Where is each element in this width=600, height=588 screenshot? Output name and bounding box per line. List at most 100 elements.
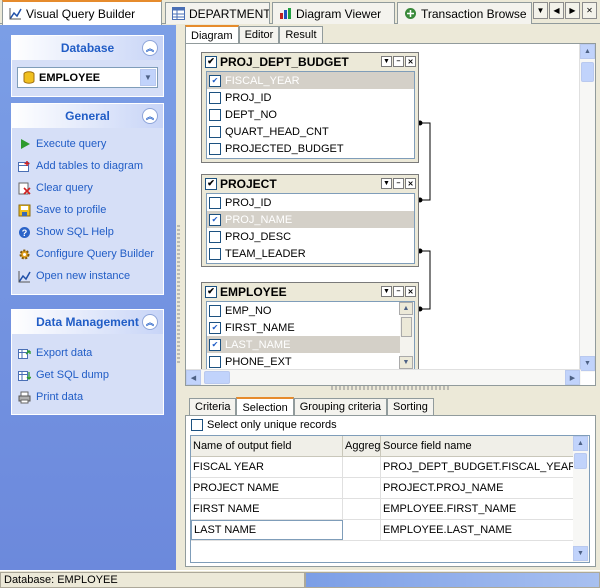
output-field-cell-editing[interactable]: LAST NAME [191, 520, 343, 540]
save-to-profile-link[interactable]: Save to profile [12, 199, 163, 221]
tab-list-dropdown-button[interactable]: ▼ [533, 2, 548, 19]
dropdown-icon[interactable]: ▼ [381, 178, 392, 189]
print-data-link[interactable]: Print data [12, 386, 163, 408]
scroll-down-button[interactable]: ▼ [580, 356, 595, 371]
field-checkbox[interactable] [209, 247, 221, 260]
collapse-icon[interactable]: ︽ [142, 108, 158, 124]
grid-vertical-scrollbar[interactable]: ▲ ▼ [573, 436, 589, 562]
tab-editor[interactable]: Editor [238, 26, 280, 43]
table-project[interactable]: ✔ PROJECT ▼ – ✕ PROJ_ID ✔ PROJ_NAME PROJ_DE… [201, 174, 419, 267]
dropdown-icon[interactable]: ▼ [381, 56, 392, 67]
table-select-checkbox[interactable]: ✔ [205, 177, 217, 190]
table-select-checkbox[interactable]: ✔ [205, 55, 217, 68]
checked-field-icon[interactable]: ✔ [209, 321, 221, 334]
field-row[interactable]: ✔ FIRST_NAME [207, 319, 414, 336]
scroll-left-button[interactable]: ◀ [186, 370, 201, 385]
field-checkbox[interactable] [209, 108, 221, 121]
scroll-thumb[interactable] [574, 453, 587, 469]
minimize-icon[interactable]: – [393, 178, 404, 189]
close-icon[interactable]: ✕ [405, 178, 416, 189]
field-checkbox[interactable] [209, 142, 221, 155]
dropdown-icon[interactable]: ▼ [381, 286, 392, 297]
table-proj-dept-budget[interactable]: ✔ PROJ_DEPT_BUDGET ▼ – ✕ ✔ FISCAL_YEAR PROJ… [201, 52, 419, 163]
field-checkbox[interactable] [209, 355, 221, 368]
tab-transaction-browser[interactable]: Transaction Browse [397, 2, 532, 24]
get-sql-dump-link[interactable]: Get SQL dump [12, 364, 163, 386]
tab-result[interactable]: Result [279, 26, 323, 43]
field-row[interactable]: PROJ_ID [207, 89, 414, 106]
field-checkbox[interactable] [209, 196, 221, 209]
field-row[interactable]: PHONE_EXT [207, 353, 414, 370]
query-diagram[interactable]: ✔ PROJ_DEPT_BUDGET ▼ – ✕ ✔ FISCAL_YEAR PROJ… [185, 43, 596, 386]
minimize-icon[interactable]: – [393, 286, 404, 297]
column-header-output[interactable]: Name of output field [191, 436, 343, 456]
tab-scroll-left-button[interactable]: ◀ [549, 2, 564, 19]
general-panel-header[interactable]: General ︽ [12, 104, 163, 128]
close-icon[interactable]: ✕ [405, 56, 416, 67]
table-row[interactable]: FISCAL YEAR PROJ_DEPT_BUDGET.FISCAL_YEAR [191, 457, 589, 478]
scroll-thumb[interactable] [401, 317, 412, 337]
field-checkbox[interactable] [209, 91, 221, 104]
table-row[interactable]: FIRST NAME EMPLOYEE.FIRST_NAME [191, 499, 589, 520]
source-field-cell[interactable]: PROJ_DEPT_BUDGET.FISCAL_YEAR [381, 457, 574, 477]
scroll-thumb[interactable] [204, 371, 230, 384]
table-employee[interactable]: ✔ EMPLOYEE ▼ – ✕ EMP_NO ✔ FIRST_NAME ✔ LAST_… [201, 282, 419, 372]
scroll-right-button[interactable]: ▶ [565, 370, 580, 385]
aggregate-cell[interactable] [343, 520, 381, 540]
field-checkbox[interactable] [209, 125, 221, 138]
table-row[interactable]: LAST NAME EMPLOYEE.LAST_NAME [191, 520, 589, 541]
export-data-link[interactable]: Export data [12, 342, 163, 364]
horizontal-splitter[interactable] [331, 386, 451, 390]
tab-scroll-right-button[interactable]: ▶ [565, 2, 580, 19]
checked-field-icon[interactable]: ✔ [209, 338, 221, 351]
show-sql-help-link[interactable]: ? Show SQL Help [12, 221, 163, 243]
field-row[interactable]: PROJECTED_BUDGET [207, 140, 414, 157]
chevron-down-icon[interactable]: ▼ [140, 69, 156, 86]
table-header[interactable]: ✔ PROJ_DEPT_BUDGET ▼ – ✕ [202, 53, 418, 70]
column-header-source[interactable]: Source field name [381, 436, 574, 456]
unique-records-option[interactable]: Select only unique records [191, 419, 337, 431]
table-header[interactable]: ✔ EMPLOYEE ▼ – ✕ [202, 283, 418, 300]
clear-query-link[interactable]: Clear query [12, 177, 163, 199]
execute-query-link[interactable]: Execute query [12, 133, 163, 155]
column-header-aggregate[interactable]: Aggreg [343, 436, 381, 456]
tab-criteria[interactable]: Criteria [189, 398, 237, 415]
database-panel-header[interactable]: Database ︽ [12, 36, 163, 60]
scroll-down-button[interactable]: ▼ [573, 546, 588, 561]
data-management-panel-header[interactable]: Data Management ︽ [12, 310, 163, 334]
scroll-up-button[interactable]: ▲ [399, 302, 413, 315]
tab-diagram[interactable]: Diagram [185, 25, 239, 44]
close-tab-button[interactable]: ✕ [582, 2, 597, 19]
collapse-icon[interactable]: ︽ [142, 40, 158, 56]
unique-records-checkbox[interactable] [191, 419, 203, 431]
output-field-cell[interactable]: PROJECT NAME [191, 478, 343, 498]
source-field-cell[interactable]: EMPLOYEE.LAST_NAME [381, 520, 574, 540]
table-header[interactable]: ✔ PROJECT ▼ – ✕ [202, 175, 418, 192]
field-list-scrollbar[interactable]: ▲ ▼ [399, 302, 414, 370]
tab-grouping-criteria[interactable]: Grouping criteria [293, 398, 388, 415]
field-row[interactable]: ✔ PROJ_NAME [207, 211, 414, 228]
configure-query-builder-link[interactable]: Configure Query Builder [12, 243, 163, 265]
aggregate-cell[interactable] [343, 457, 381, 477]
aggregate-cell[interactable] [343, 478, 381, 498]
tab-selection[interactable]: Selection [236, 397, 294, 416]
source-field-cell[interactable]: PROJECT.PROJ_NAME [381, 478, 574, 498]
close-icon[interactable]: ✕ [405, 286, 416, 297]
tab-sorting[interactable]: Sorting [387, 398, 434, 415]
output-field-cell[interactable]: FIRST NAME [191, 499, 343, 519]
field-row[interactable]: ✔ FISCAL_YEAR [207, 72, 414, 89]
field-row[interactable]: PROJ_ID [207, 194, 414, 211]
field-checkbox[interactable] [209, 230, 221, 243]
scroll-up-button[interactable]: ▲ [580, 44, 595, 59]
minimize-icon[interactable]: – [393, 56, 404, 67]
aggregate-cell[interactable] [343, 499, 381, 519]
diagram-vertical-scrollbar[interactable]: ▲ ▼ [579, 44, 595, 372]
add-tables-link[interactable]: Add tables to diagram [12, 155, 163, 177]
field-checkbox[interactable] [209, 304, 221, 317]
tab-visual-query-builder[interactable]: Visual Query Builder [2, 0, 162, 25]
table-row[interactable]: PROJECT NAME PROJECT.PROJ_NAME [191, 478, 589, 499]
selection-grid[interactable]: Name of output field Aggreg Source field… [190, 435, 590, 563]
checked-field-icon[interactable]: ✔ [209, 213, 221, 226]
source-field-cell[interactable]: EMPLOYEE.FIRST_NAME [381, 499, 574, 519]
collapse-icon[interactable]: ︽ [142, 314, 158, 330]
